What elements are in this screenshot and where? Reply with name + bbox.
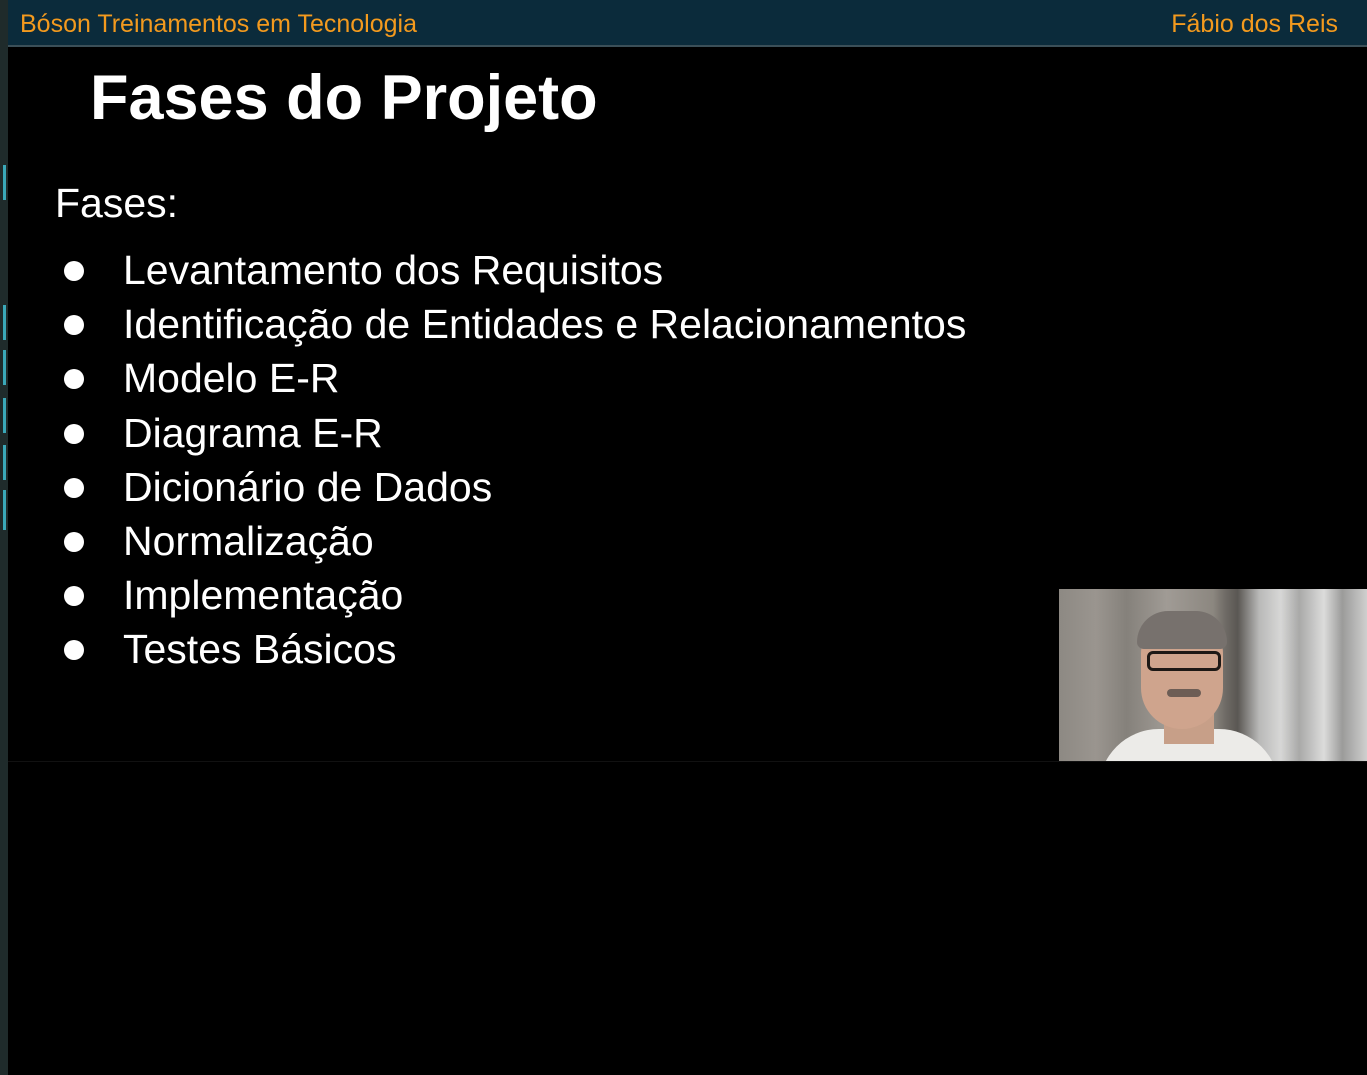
presenter-hair bbox=[1137, 611, 1227, 649]
list-item-text: Modelo E-R bbox=[123, 355, 340, 402]
slide-intro: Fases: bbox=[55, 180, 179, 226]
edge-marker bbox=[3, 305, 6, 340]
author-name: Fábio dos Reis bbox=[1171, 10, 1338, 38]
list-item-text: Dicionário de Dados bbox=[123, 463, 493, 510]
presenter-mustache bbox=[1167, 689, 1201, 697]
slide-title: Fases do Projeto bbox=[90, 63, 598, 133]
list-item: Testes Básicos bbox=[60, 624, 966, 678]
list-item: Identificação de Entidades e Relacioname… bbox=[60, 299, 966, 353]
list-item: Diagrama E-R bbox=[60, 408, 966, 462]
bullet-icon bbox=[64, 423, 84, 444]
bullet-icon bbox=[64, 369, 84, 390]
list-item: Implementação bbox=[60, 570, 966, 624]
edge-marker bbox=[3, 398, 6, 433]
channel-name: Bóson Treinamentos em Tecnologia bbox=[20, 10, 417, 38]
list-item: Normalização bbox=[60, 516, 966, 570]
glasses-icon bbox=[1147, 651, 1221, 671]
list-item-text: Normalização bbox=[123, 517, 374, 564]
list-item-text: Levantamento dos Requisitos bbox=[123, 247, 664, 293]
list-item: Modelo E-R bbox=[60, 353, 966, 407]
bullet-icon bbox=[64, 586, 84, 607]
list-item-text: Implementação bbox=[123, 572, 404, 619]
list-item: Dicionário de Dados bbox=[60, 462, 966, 516]
edge-marker bbox=[3, 445, 6, 480]
edge-marker bbox=[3, 490, 6, 530]
presenter-webcam bbox=[1059, 589, 1367, 761]
bullet-icon bbox=[64, 315, 84, 336]
bullet-icon bbox=[64, 531, 84, 552]
list-item-text: Diagrama E-R bbox=[123, 409, 383, 456]
edge-marker bbox=[3, 165, 6, 200]
slide-bottom-edge bbox=[8, 761, 1367, 762]
bullet-icon bbox=[64, 640, 84, 661]
edge-marker bbox=[3, 350, 6, 385]
bullet-icon bbox=[64, 261, 84, 281]
bullet-icon bbox=[64, 477, 84, 498]
list-item-text: Identificação de Entidades e Relacioname… bbox=[123, 301, 967, 348]
phases-list: Levantamento dos Requisitos Identificaçã… bbox=[60, 245, 966, 679]
list-item: Levantamento dos Requisitos bbox=[60, 245, 966, 299]
slide-header: Bóson Treinamentos em Tecnologia Fábio d… bbox=[8, 0, 1367, 47]
list-item-text: Testes Básicos bbox=[123, 626, 397, 673]
left-edge-strip bbox=[0, 0, 8, 1075]
